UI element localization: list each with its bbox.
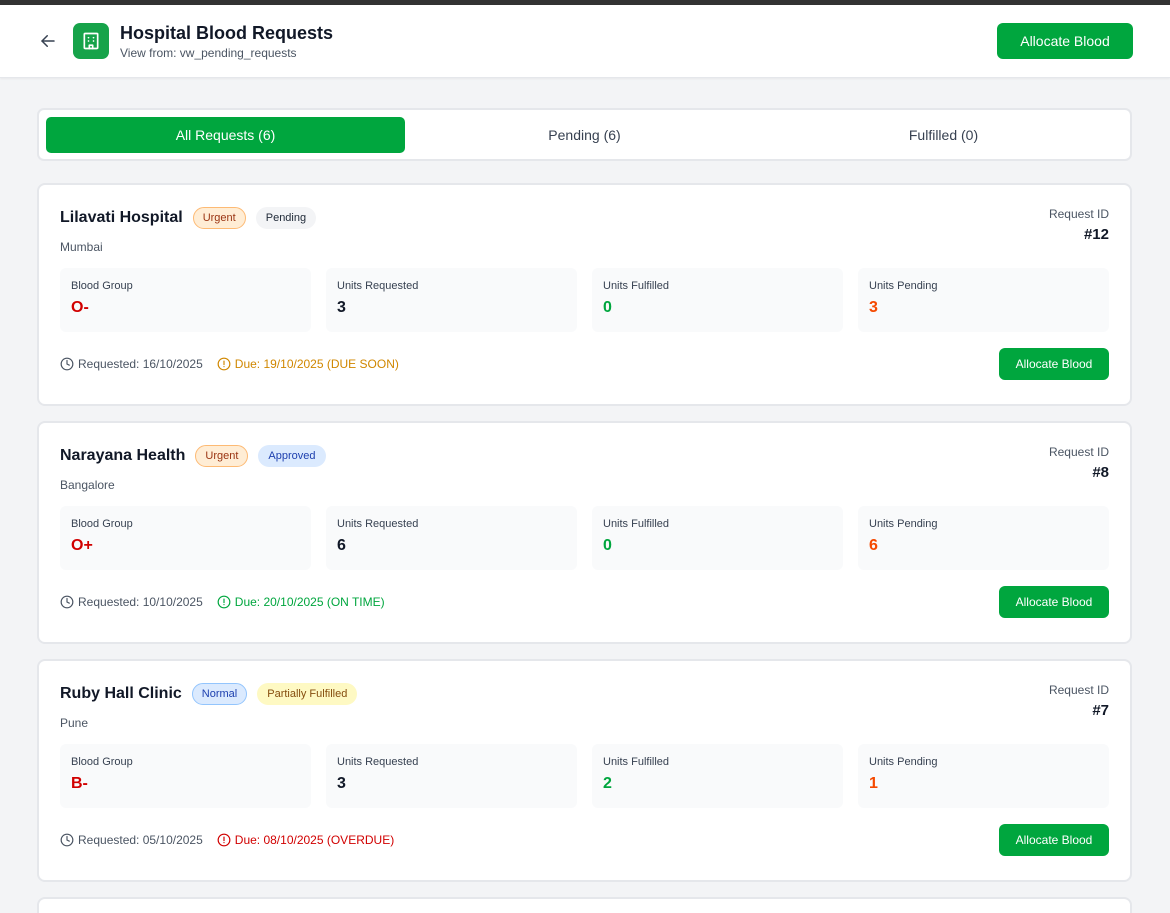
hospital-name: Narayana Health — [60, 447, 186, 464]
blood-group-stat: Blood Group O+ — [60, 506, 311, 570]
units-requested-value: 6 — [337, 537, 346, 554]
hospital-city: Bangalore — [60, 478, 115, 492]
allocate-blood-button[interactable]: Allocate Blood — [999, 824, 1109, 856]
request-card: Lilavati Hospital Urgent Pending Mumbai … — [37, 183, 1132, 406]
hospital-building-icon — [73, 23, 109, 59]
alert-circle-icon — [217, 833, 231, 847]
request-card: Narayana Health Urgent Approved Bangalor… — [37, 421, 1132, 644]
units-requested-value: 3 — [337, 775, 346, 792]
requested-date-text: Requested: 05/10/2025 — [78, 833, 203, 847]
request-id-value: #12 — [1083, 226, 1109, 243]
priority-badge: Normal — [191, 683, 248, 705]
request-card: Ruby Hall Clinic Normal Partially Fulfil… — [37, 659, 1132, 882]
stat-label: Units Pending — [869, 518, 938, 530]
status-badge: Partially Fulfilled — [257, 683, 358, 705]
units-fulfilled-value: 2 — [603, 775, 612, 792]
blood-group-value: B- — [71, 775, 88, 792]
back-arrow-icon[interactable] — [38, 31, 58, 51]
hospital-name: Ruby Hall Clinic — [60, 685, 182, 702]
due-date-text: Due: 19/10/2025 (DUE SOON) — [234, 357, 399, 371]
due-date-text: Due: 08/10/2025 (OVERDUE) — [234, 833, 395, 847]
request-id-label: Request ID — [1048, 445, 1109, 459]
request-tabs: All Requests (6) Pending (6) Fulfilled (… — [37, 108, 1132, 161]
clock-icon — [60, 357, 74, 371]
request-id-value: #7 — [1092, 702, 1109, 719]
units-fulfilled-stat: Units Fulfilled 0 — [592, 506, 843, 570]
clock-icon — [60, 595, 74, 609]
stat-label: Blood Group — [71, 280, 133, 292]
stat-label: Blood Group — [71, 518, 133, 530]
units-fulfilled-stat: Units Fulfilled 0 — [592, 268, 843, 332]
units-requested-stat: Units Requested 3 — [326, 268, 577, 332]
units-pending-stat: Units Pending 3 — [858, 268, 1109, 332]
blood-group-stat: Blood Group B- — [60, 744, 311, 808]
requested-date: Requested: 05/10/2025 — [60, 833, 203, 847]
units-fulfilled-value: 0 — [603, 299, 612, 316]
tab-pending[interactable]: Pending (6) — [405, 117, 764, 153]
units-fulfilled-value: 0 — [603, 537, 612, 554]
requested-date-text: Requested: 10/10/2025 — [78, 595, 203, 609]
blood-group-value: O+ — [71, 537, 93, 554]
stat-label: Units Requested — [337, 518, 419, 530]
units-pending-stat: Units Pending 6 — [858, 506, 1109, 570]
stat-label: Units Fulfilled — [603, 280, 670, 292]
hospital-name: Lilavati Hospital — [60, 209, 183, 226]
request-id-label: Request ID — [1048, 683, 1109, 697]
page-subtitle: View from: vw_pending_requests — [120, 46, 297, 60]
hospital-city: Mumbai — [60, 240, 103, 254]
priority-badge: Urgent — [195, 445, 249, 467]
status-badge: Approved — [258, 445, 326, 467]
priority-badge: Urgent — [192, 207, 246, 229]
stat-label: Units Requested — [337, 280, 419, 292]
stat-label: Units Pending — [869, 756, 938, 768]
units-requested-stat: Units Requested 6 — [326, 506, 577, 570]
allocate-blood-button[interactable]: Allocate Blood — [999, 586, 1109, 618]
due-date: Due: 08/10/2025 (OVERDUE) — [217, 833, 394, 847]
units-requested-value: 3 — [337, 299, 346, 316]
stat-label: Units Fulfilled — [603, 756, 670, 768]
due-date-text: Due: 20/10/2025 (ON TIME) — [234, 595, 385, 609]
hospital-city: Pune — [60, 716, 89, 730]
stat-label: Blood Group — [71, 756, 133, 768]
tab-fulfilled[interactable]: Fulfilled (0) — [764, 117, 1123, 153]
request-card — [37, 897, 1132, 913]
due-date: Due: 19/10/2025 (DUE SOON) — [217, 357, 399, 371]
page-header: Hospital Blood Requests View from: vw_pe… — [0, 5, 1170, 78]
allocate-blood-button[interactable]: Allocate Blood — [999, 348, 1109, 380]
alert-circle-icon — [217, 595, 231, 609]
status-badge: Pending — [255, 207, 317, 229]
blood-group-value: O- — [71, 299, 89, 316]
units-pending-value: 6 — [869, 537, 878, 554]
blood-group-stat: Blood Group O- — [60, 268, 311, 332]
clock-icon — [60, 833, 74, 847]
units-pending-value: 1 — [869, 775, 878, 792]
page-title: Hospital Blood Requests — [120, 23, 334, 43]
units-pending-value: 3 — [869, 299, 878, 316]
requested-date: Requested: 16/10/2025 — [60, 357, 203, 371]
request-id-label: Request ID — [1048, 207, 1109, 221]
allocate-blood-header-button[interactable]: Allocate Blood — [997, 23, 1133, 59]
requested-date: Requested: 10/10/2025 — [60, 595, 203, 609]
main-content: All Requests (6) Pending (6) Fulfilled (… — [0, 78, 1170, 913]
units-fulfilled-stat: Units Fulfilled 2 — [592, 744, 843, 808]
units-requested-stat: Units Requested 3 — [326, 744, 577, 808]
stat-label: Units Pending — [869, 280, 938, 292]
stat-label: Units Requested — [337, 756, 419, 768]
request-id-value: #8 — [1092, 464, 1109, 481]
due-date: Due: 20/10/2025 (ON TIME) — [217, 595, 385, 609]
tab-all-requests[interactable]: All Requests (6) — [46, 116, 405, 153]
stat-label: Units Fulfilled — [603, 518, 670, 530]
alert-circle-icon — [217, 357, 231, 371]
units-pending-stat: Units Pending 1 — [858, 744, 1109, 808]
requested-date-text: Requested: 16/10/2025 — [78, 357, 203, 371]
